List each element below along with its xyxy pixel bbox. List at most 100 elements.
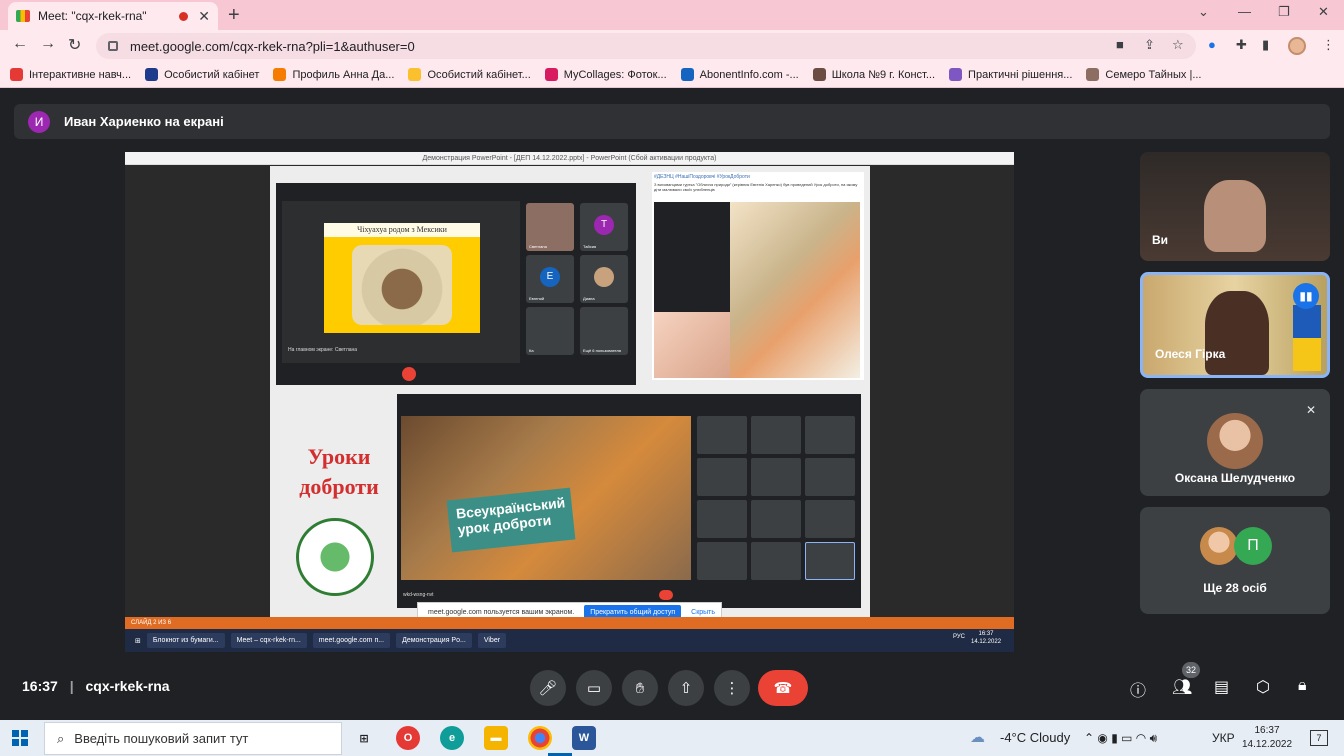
browser-tab-strip: Meet: "cqx-rkek-rna" ✕ + ⌄ — ❐ ✕ [0, 0, 1344, 30]
windows-search-box[interactable]: ⌕ Введіть пошуковий запит тут [44, 722, 342, 755]
bookmark-label: Школа №9 г. Конст... [831, 68, 936, 81]
bookmark-item[interactable]: Школа №9 г. Конст... [812, 68, 936, 81]
bookmark-favicon-icon [544, 68, 558, 81]
restore-icon[interactable]: ❐ [1278, 4, 1290, 20]
people-icon[interactable]: 👥︎ [1172, 677, 1192, 697]
opera-icon[interactable]: O [396, 726, 420, 750]
close-window-icon[interactable]: ✕ [1318, 4, 1329, 20]
inner-caption: На главном экране: Светлана [288, 347, 358, 353]
inner-meet-code: wkd-wsng-nvt [403, 592, 434, 598]
tray-icons[interactable]: ⌃ ◉ ▮ ▭ ◠ 🔊︎ [1084, 731, 1157, 746]
bookmark-item[interactable]: Інтерактивне навч... [10, 68, 131, 81]
inner-start-icon: ⊞ [135, 637, 141, 645]
powerpoint-status-bar: СЛАЙД 2 ИЗ 6 [125, 617, 1014, 629]
share-icon[interactable]: ⇪ [1144, 37, 1155, 53]
bookmark-item[interactable]: Особистий кабінет [145, 68, 259, 81]
hand-icon: ✋︎ [635, 679, 645, 697]
keyboard-language[interactable]: УКР [1212, 731, 1235, 745]
host-controls-icon[interactable]: 🔒︎ [1298, 677, 1307, 695]
participant-tile-others[interactable]: П Ще 28 осіб [1140, 507, 1330, 614]
browser-tab[interactable]: Meet: "cqx-rkek-rna" ✕ [8, 2, 218, 30]
inner-tile-6: Ещё 6 пользователя [580, 307, 628, 355]
back-arrow-icon[interactable]: ← [12, 35, 28, 53]
taskbar-clock[interactable]: 16:37 14.12.2022 [1238, 724, 1296, 752]
browser-toolbar: ← → ↻ meet.google.com/cqx-rkek-rna?pli=1… [0, 30, 1344, 62]
participant-tile-olesia[interactable]: ▮▮ Олеся Гірка [1140, 272, 1330, 378]
tab-close-icon[interactable]: ✕ [198, 8, 210, 25]
extension-circle-icon[interactable]: ● [1208, 37, 1216, 52]
inner-taskbar-item: Демонстрация Po... [396, 633, 472, 648]
presenter-avatar: И [28, 110, 50, 133]
inner-taskbar-item: Блокнот из бумаги... [146, 633, 225, 648]
notifications-icon[interactable]: 7 [1310, 730, 1328, 746]
others-count-label: Ще 28 осіб [1203, 581, 1267, 595]
tab-search-icon[interactable]: ⌄ [1198, 4, 1209, 20]
address-bar[interactable]: meet.google.com/cqx-rkek-rna?pli=1&authu… [96, 33, 1196, 59]
minimize-icon[interactable]: — [1238, 4, 1251, 19]
participant-name: Ви [1152, 233, 1169, 247]
microphone-button[interactable]: 🎤︎ [530, 670, 566, 706]
bookmark-label: MyCollages: Фоток... [563, 68, 667, 81]
bookmark-item[interactable]: Особистий кабінет... [408, 68, 531, 81]
microphone-icon: 🎤︎ [538, 680, 558, 697]
bookmark-label: AbonentInfo.com -... [699, 68, 799, 81]
participant-tile-self[interactable]: Ви [1140, 152, 1330, 261]
file-explorer-icon[interactable]: ▬ [484, 726, 508, 750]
shared-screen: Демонстрация PowerPoint - [ДЕП 14.12.202… [125, 152, 1014, 652]
reload-icon[interactable]: ↻ [68, 35, 81, 55]
kitten-photo: Всеукраїнський урок доброти [401, 416, 691, 580]
present-icon: ⇧ [679, 680, 693, 697]
extensions-puzzle-icon[interactable]: ✚ [1236, 37, 1247, 53]
bookmark-favicon-icon [949, 68, 963, 81]
olesia-video [1205, 291, 1269, 375]
leave-call-button[interactable]: ☎︎ [758, 670, 808, 706]
meeting-info-icon[interactable]: ⓘ [1130, 677, 1146, 701]
inner-taskbar-item: meet.google.com п... [312, 633, 391, 648]
bookmark-item[interactable]: Семеро Тайных |... [1086, 68, 1202, 81]
profile-avatar[interactable] [1288, 37, 1306, 55]
bookmark-item[interactable]: AbonentInfo.com -... [680, 68, 799, 81]
children-drawings-grid [654, 202, 860, 378]
edge-icon[interactable]: e [440, 726, 464, 750]
presentation-slide: Чіхуахуа родом з Мексики На главном экра… [270, 166, 870, 617]
raise-hand-button[interactable]: ✋︎ [622, 670, 658, 706]
inner-slide: Чіхуахуа родом з Мексики [324, 223, 480, 333]
participant-name: Оксана Шелудченко [1174, 471, 1296, 485]
camera-icon: ▭ [586, 680, 602, 697]
inner-tile-1: Светлана [526, 203, 574, 251]
inner-slide-title: Чіхуахуа родом з Мексики [324, 223, 480, 237]
bookmark-item[interactable]: MyCollages: Фоток... [544, 68, 667, 81]
camera-permission-icon[interactable]: ■ [1116, 37, 1124, 52]
browser-menu-icon[interactable]: ⋮ [1322, 37, 1335, 53]
forward-arrow-icon[interactable]: → [40, 35, 56, 53]
camera-button[interactable]: ▭ [576, 670, 612, 706]
task-view-icon[interactable]: ⊞ [352, 726, 376, 750]
chihuahua-image [352, 245, 452, 325]
side-panel-icon[interactable]: ▮ [1262, 37, 1269, 53]
chrome-icon[interactable] [528, 726, 552, 750]
bookmark-item[interactable]: Практичні рішення... [949, 68, 1072, 81]
inner-tile-4: Диана [580, 255, 628, 303]
activities-icon[interactable]: ⬡ [1256, 677, 1270, 697]
bookmark-label: Особистий кабінет... [427, 68, 531, 81]
more-options-button[interactable]: ⋮ [714, 670, 750, 706]
chat-icon[interactable]: ▤ [1214, 677, 1229, 697]
bookmark-item[interactable]: Профиль Анна Да... [273, 68, 394, 81]
hide-notice-button[interactable]: Скрыть [691, 609, 715, 616]
windows-start-icon[interactable] [12, 730, 28, 746]
new-tab-button[interactable]: + [228, 4, 240, 27]
present-screen-button[interactable]: ⇧ [668, 670, 704, 706]
weather-text[interactable]: -4°C Cloudy [1000, 730, 1070, 745]
cloud-weather-icon: ☁ [970, 729, 985, 746]
school-emblem-logo [296, 518, 374, 596]
slide-screenshot-meet-1: Чіхуахуа родом з Мексики На главном экра… [276, 183, 636, 385]
participant-tile-oksana[interactable]: ✕ Оксана Шелудченко [1140, 389, 1330, 496]
bookmark-favicon-icon [10, 68, 23, 81]
inner-taskbar-item: Meet – cqx-rkek-rn... [230, 633, 307, 648]
share-notice-text: meet.google.com пользуется вашим экраном… [428, 608, 575, 616]
inner-clock: 16:37 14.12.2022 [971, 631, 1002, 645]
self-video [1204, 180, 1266, 252]
bookmark-favicon-icon [1086, 68, 1100, 81]
word-icon[interactable]: W [572, 726, 596, 750]
bookmark-star-icon[interactable]: ☆ [1172, 37, 1184, 53]
